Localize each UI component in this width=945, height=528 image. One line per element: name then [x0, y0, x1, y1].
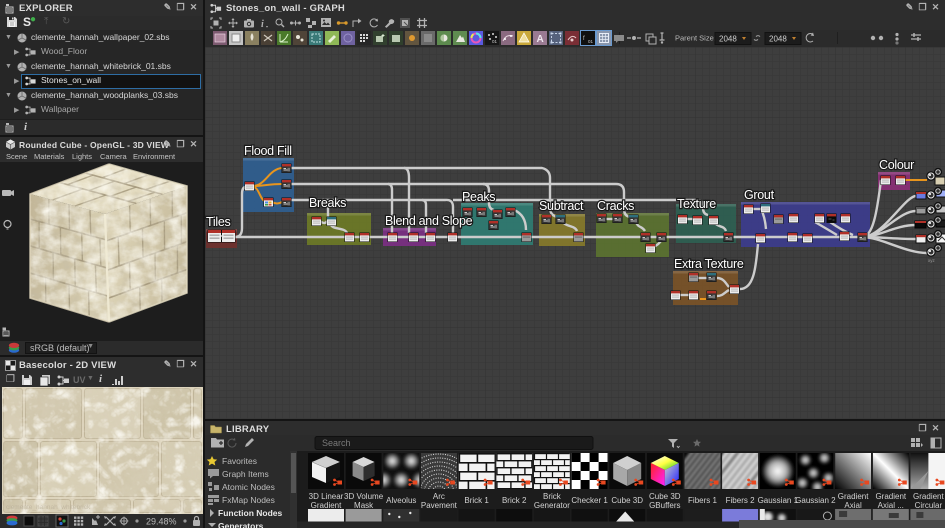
svg-text:Axial: Axial: [844, 501, 862, 510]
svg-text:Mask: Mask: [354, 501, 374, 510]
svg-text:Tiles: Tiles: [206, 215, 230, 229]
svg-text:Breaks: Breaks: [309, 196, 346, 210]
svg-text:Fibers 1: Fibers 1: [688, 496, 717, 505]
svg-text:Alveolus: Alveolus: [386, 496, 416, 505]
svg-text:Generator: Generator: [534, 501, 570, 510]
svg-text:Brick 1: Brick 1: [464, 496, 489, 505]
svg-text:3D Linear: 3D Linear: [309, 492, 344, 501]
svg-text:Cube 3D: Cube 3D: [649, 492, 681, 501]
svg-text:A: A: [537, 34, 544, 45]
svg-text:Subtract: Subtract: [539, 199, 584, 213]
svg-text:Favorites: Favorites: [222, 456, 257, 466]
svg-text:GBuffers: GBuffers: [649, 501, 680, 510]
svg-text:Search: Search: [322, 438, 351, 448]
svg-text:Blend and Slope: Blend and Slope: [385, 214, 473, 228]
svg-text:xyz: xyz: [928, 258, 936, 263]
svg-text:Gaussian 1: Gaussian 1: [758, 496, 799, 505]
svg-text:Gradient: Gradient: [311, 501, 342, 510]
svg-text:Peaks: Peaks: [462, 190, 495, 204]
svg-text:Brick 2: Brick 2: [502, 496, 527, 505]
svg-text:Arc: Arc: [433, 492, 445, 501]
svg-text:Graph Items: Graph Items: [222, 469, 269, 479]
svg-text:Atomic Nodes: Atomic Nodes: [222, 482, 275, 492]
svg-text:01: 01: [588, 39, 594, 44]
svg-text:Cracks: Cracks: [597, 199, 634, 213]
svg-text:i: i: [261, 19, 264, 30]
svg-text:clemente_hannah_whitebrick: clemente_hannah_whitebrick: [6, 504, 91, 511]
svg-text:Circular: Circular: [915, 501, 943, 510]
svg-text:01: 01: [492, 39, 498, 44]
svg-text:Gradient: Gradient: [913, 492, 944, 501]
svg-text:2048: 2048: [719, 35, 737, 44]
svg-text:Checker 1: Checker 1: [571, 496, 608, 505]
svg-text:29.48%: 29.48%: [146, 517, 177, 527]
svg-text:Flood Fill: Flood Fill: [244, 144, 292, 158]
svg-text:Gaussian 2: Gaussian 2: [795, 496, 836, 505]
svg-text:Pavement: Pavement: [421, 501, 458, 510]
svg-text:Extra Texture: Extra Texture: [674, 257, 744, 271]
svg-text:Gradient: Gradient: [875, 492, 906, 501]
svg-text:Colour: Colour: [879, 158, 914, 172]
svg-text:Axial ...: Axial ...: [878, 501, 904, 510]
svg-text:Function Nodes: Function Nodes: [218, 508, 282, 518]
svg-text:2048: 2048: [769, 35, 787, 44]
svg-text:FxMap Nodes: FxMap Nodes: [222, 495, 275, 505]
svg-text:Fibers 2: Fibers 2: [726, 496, 755, 505]
svg-text:Cube 3D: Cube 3D: [611, 496, 643, 505]
svg-text:Generators: Generators: [218, 521, 264, 528]
svg-text:Grout: Grout: [744, 188, 775, 202]
svg-text:Brick: Brick: [543, 492, 562, 501]
svg-text:Gradient: Gradient: [838, 492, 869, 501]
svg-text:Texture: Texture: [677, 197, 716, 211]
svg-text:3D Volume: 3D Volume: [344, 492, 384, 501]
svg-text:Parent Size:: Parent Size:: [675, 34, 716, 43]
